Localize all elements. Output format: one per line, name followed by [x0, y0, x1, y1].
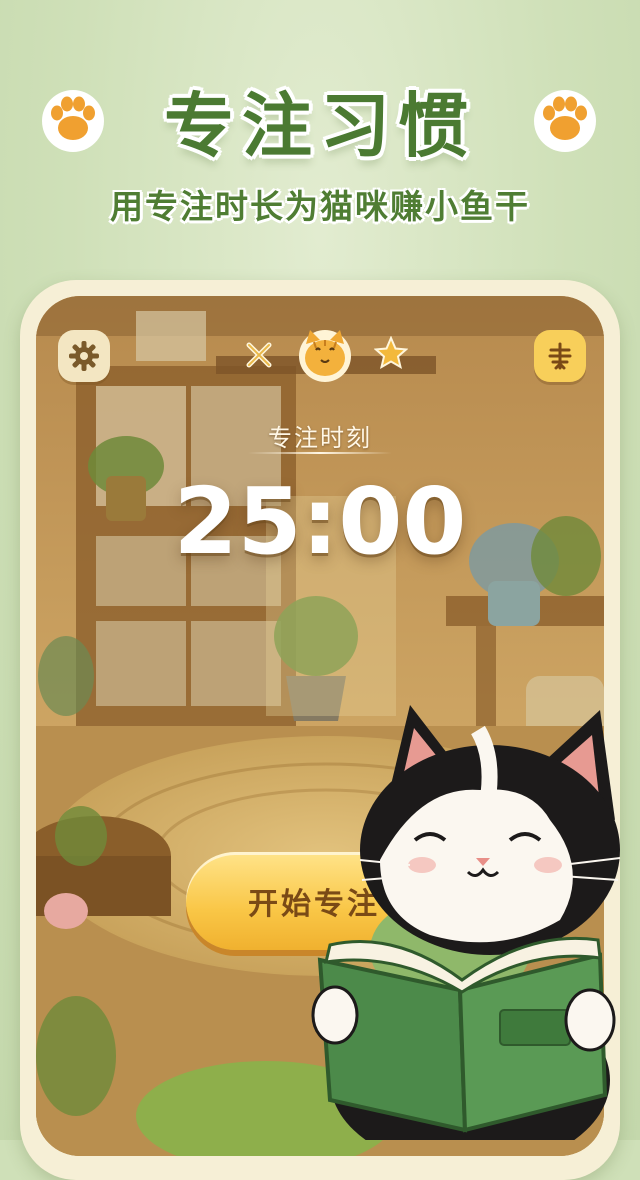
page-subtitle: 用专注时长为猫咪赚小鱼干	[110, 187, 530, 226]
countdown-timer: 25:00	[173, 468, 467, 575]
cat-face-icon	[299, 330, 351, 382]
right-paw-icon	[534, 90, 596, 152]
settings-button[interactable]	[58, 330, 110, 382]
cross-icon	[246, 342, 272, 368]
star-icon	[374, 336, 408, 370]
focus-label: 专注时刻	[268, 424, 372, 452]
cat-reading-book-illustration	[311, 705, 621, 1140]
gear-icon	[69, 341, 99, 371]
fish-bone-icon	[548, 342, 572, 370]
label-divider	[248, 452, 392, 454]
menu-button[interactable]	[534, 330, 586, 382]
